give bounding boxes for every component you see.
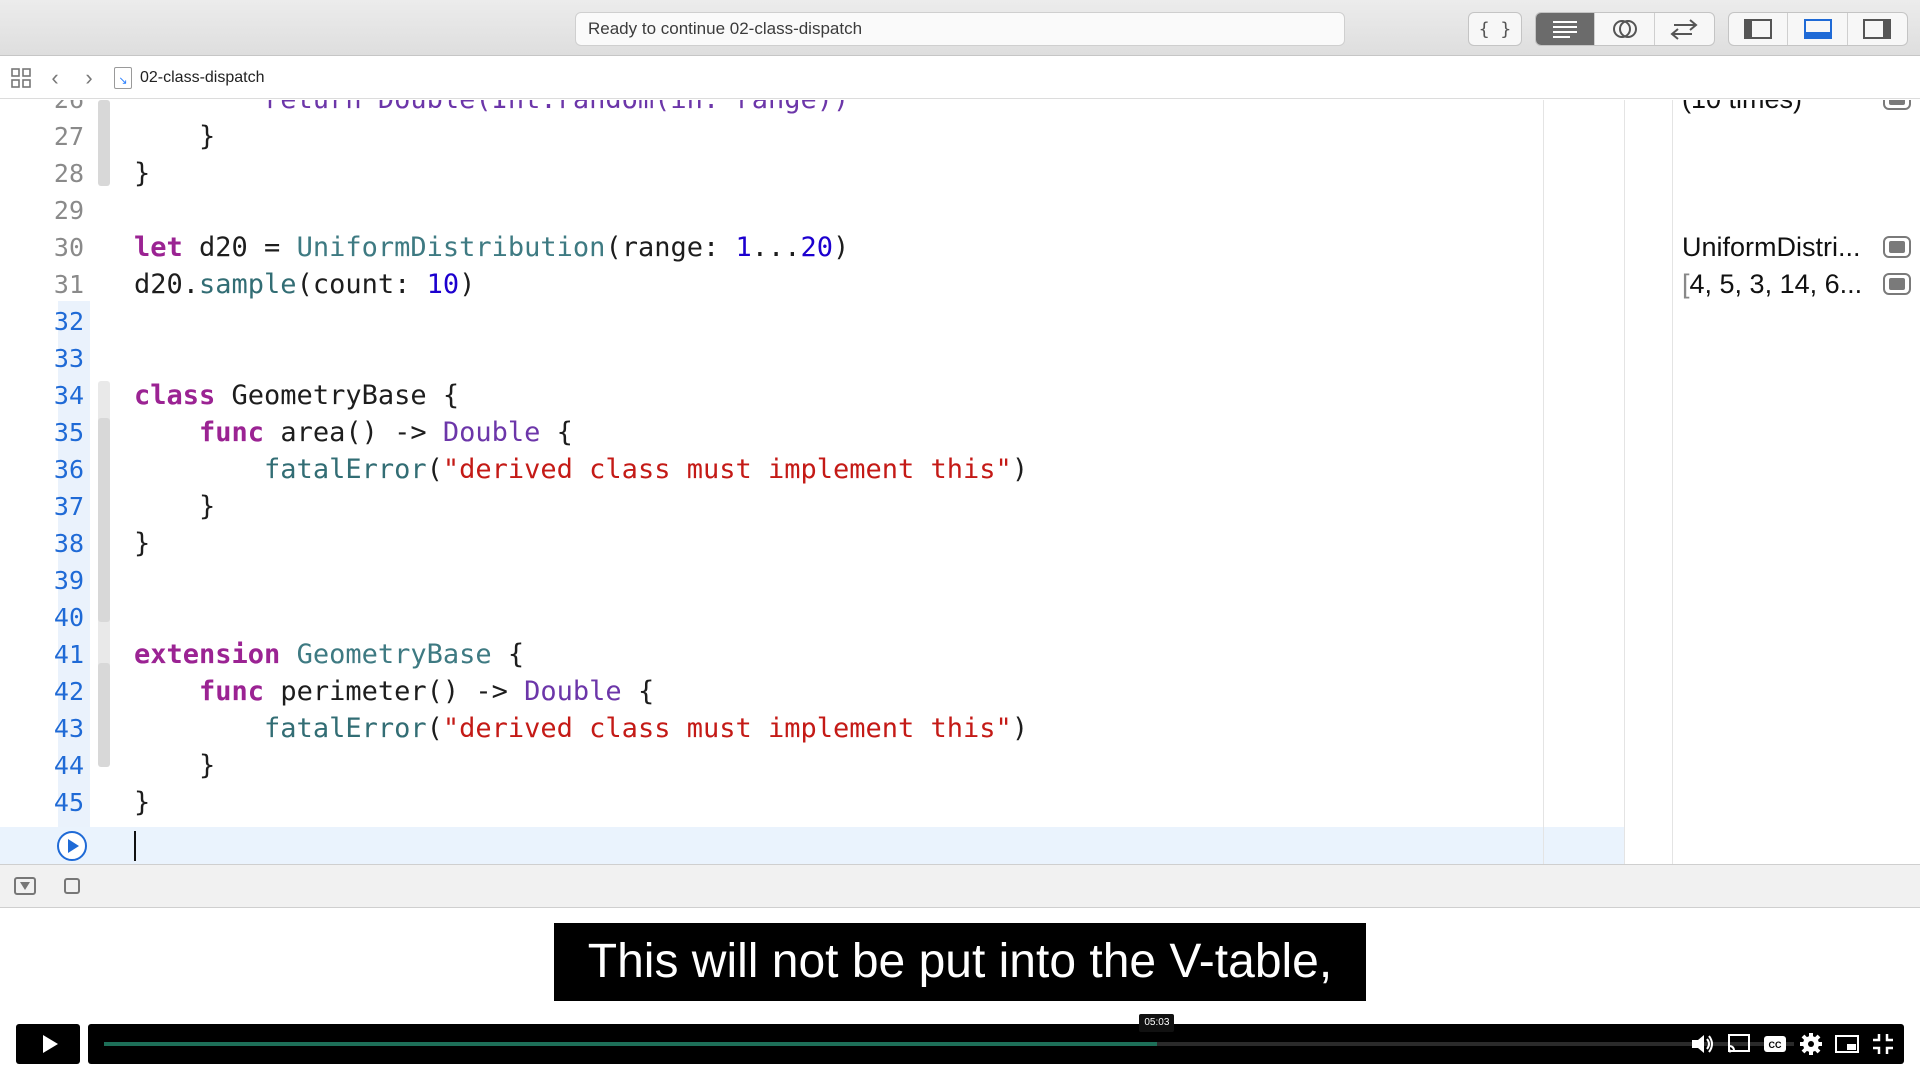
toggle-debug-area-button[interactable] xyxy=(1788,13,1848,45)
code-line: fatalError("derived class must implement… xyxy=(264,454,1029,485)
result-value: [4, 5, 3, 14, 6... xyxy=(1682,269,1863,299)
line-number: 37 xyxy=(53,492,84,521)
swap-arrows-icon xyxy=(1670,19,1698,40)
code-editor[interactable]: 26 27 28 29 30 31 32 33 34 35 36 37 38 3… xyxy=(0,100,1920,864)
line-number: 30 xyxy=(53,233,84,262)
forward-button[interactable]: › xyxy=(72,57,106,99)
version-editor-button[interactable] xyxy=(1655,13,1714,45)
line-number: 26 xyxy=(0,100,86,118)
line-number: 35 xyxy=(53,418,84,447)
quick-look-button[interactable] xyxy=(1883,273,1911,295)
svg-text:CC: CC xyxy=(1769,1040,1782,1050)
time-tooltip: 05:03 xyxy=(1139,1014,1175,1032)
results-column-divider xyxy=(1624,100,1625,864)
line-number: 33 xyxy=(53,344,84,373)
code-line: class GeometryBase { xyxy=(134,380,460,411)
video-control-bar xyxy=(88,1024,1904,1064)
editor-column-divider xyxy=(1543,100,1544,864)
related-items-button[interactable] xyxy=(4,57,38,99)
window-toolbar: Ready to continue 02-class-dispatch { } xyxy=(0,0,1920,56)
line-number: 31 xyxy=(53,270,84,299)
cast-icon[interactable] xyxy=(1726,1032,1752,1056)
code-line: func perimeter() -> Double { xyxy=(199,676,655,707)
results-sidebar xyxy=(1672,100,1920,864)
line-number: 41 xyxy=(53,640,84,669)
swift-file-icon: ↘ xyxy=(114,66,132,89)
quick-look-button[interactable] xyxy=(1883,100,1911,110)
line-number: 32 xyxy=(53,307,84,336)
line-number: 45 xyxy=(53,788,84,817)
line-number: 36 xyxy=(53,455,84,484)
result-value: UniformDistri... xyxy=(1682,232,1861,262)
bottom-panel-icon xyxy=(1803,19,1832,39)
line-number: 28 xyxy=(53,159,84,188)
line-number: 39 xyxy=(53,566,84,595)
code-line: func area() -> Double { xyxy=(199,417,573,448)
code-line: } xyxy=(134,491,216,522)
assistant-editor-button[interactable] xyxy=(1595,13,1655,45)
right-panel-icon xyxy=(1863,19,1892,39)
chevron-right-icon: › xyxy=(85,64,93,90)
panel-toggle-segmented-control xyxy=(1728,12,1908,46)
breadcrumb-file[interactable]: ↘ 02-class-dispatch xyxy=(114,66,265,89)
toggle-inspector-button[interactable] xyxy=(1848,13,1907,45)
code-line: d20.sample(count: 10) xyxy=(134,269,476,300)
lines-icon xyxy=(1553,21,1578,38)
video-subtitle: This will not be put into the V-table, xyxy=(554,923,1366,1001)
toggle-navigator-button[interactable] xyxy=(1729,13,1789,45)
line-number: 34 xyxy=(53,381,84,410)
standard-editor-button[interactable] xyxy=(1536,13,1596,45)
code-line: } xyxy=(134,528,151,559)
progress-track[interactable] xyxy=(104,1042,1794,1046)
code-line: } xyxy=(134,121,216,152)
line-number-gutter: 26 27 28 29 30 31 32 33 34 35 36 37 38 3… xyxy=(0,100,92,864)
captions-icon[interactable]: CC xyxy=(1762,1032,1788,1056)
code-review-button[interactable]: { } xyxy=(1469,13,1521,45)
chevron-left-icon: ‹ xyxy=(51,64,59,90)
braces-icon: { } xyxy=(1478,18,1512,40)
left-panel-icon xyxy=(1744,19,1773,39)
code-line: extension GeometryBase { xyxy=(134,639,525,670)
debug-bar xyxy=(0,864,1920,908)
line-number: 38 xyxy=(53,529,84,558)
line-number: 44 xyxy=(53,751,84,780)
source-text[interactable]: return Double(Int.random(in: range)) } }… xyxy=(92,100,1542,864)
pip-icon[interactable] xyxy=(1834,1032,1860,1056)
code-line: } xyxy=(134,158,151,189)
editor-mode-segmented-control xyxy=(1535,12,1715,46)
grid-icon xyxy=(11,67,31,88)
play-button[interactable] xyxy=(16,1024,80,1064)
result-value: (10 times) xyxy=(1682,100,1870,118)
down-triangle-icon xyxy=(20,882,30,890)
jump-bar: ‹ › ↘ 02-class-dispatch xyxy=(0,57,1920,99)
breadcrumb-file-name: 02-class-dispatch xyxy=(140,68,265,86)
settings-icon[interactable] xyxy=(1798,1032,1824,1056)
back-button[interactable]: ‹ xyxy=(38,57,72,99)
quick-look-button[interactable] xyxy=(1883,236,1911,258)
progress-fill xyxy=(104,1042,1157,1046)
line-number: 29 xyxy=(53,196,84,225)
line-number: 42 xyxy=(53,677,84,706)
code-line: } xyxy=(134,787,151,818)
code-line: fatalError("derived class must implement… xyxy=(264,713,1029,744)
overlapping-circles-icon xyxy=(1612,20,1637,38)
clear-console-button[interactable] xyxy=(64,878,80,894)
exit-fullscreen-icon[interactable] xyxy=(1870,1032,1896,1056)
activity-status-field: Ready to continue 02-class-dispatch xyxy=(575,12,1345,46)
line-number: 27 xyxy=(53,122,84,151)
code-review-button-group: { } xyxy=(1468,12,1522,46)
hide-debug-area-button[interactable] xyxy=(14,877,36,895)
code-line: return Double(Int.random(in: range)) xyxy=(134,100,849,118)
code-line: let d20 = UniformDistribution(range: 1..… xyxy=(134,232,850,263)
code-line: } xyxy=(134,750,216,781)
line-number: 40 xyxy=(53,603,84,632)
volume-icon[interactable] xyxy=(1690,1032,1716,1056)
line-number: 43 xyxy=(53,714,84,743)
